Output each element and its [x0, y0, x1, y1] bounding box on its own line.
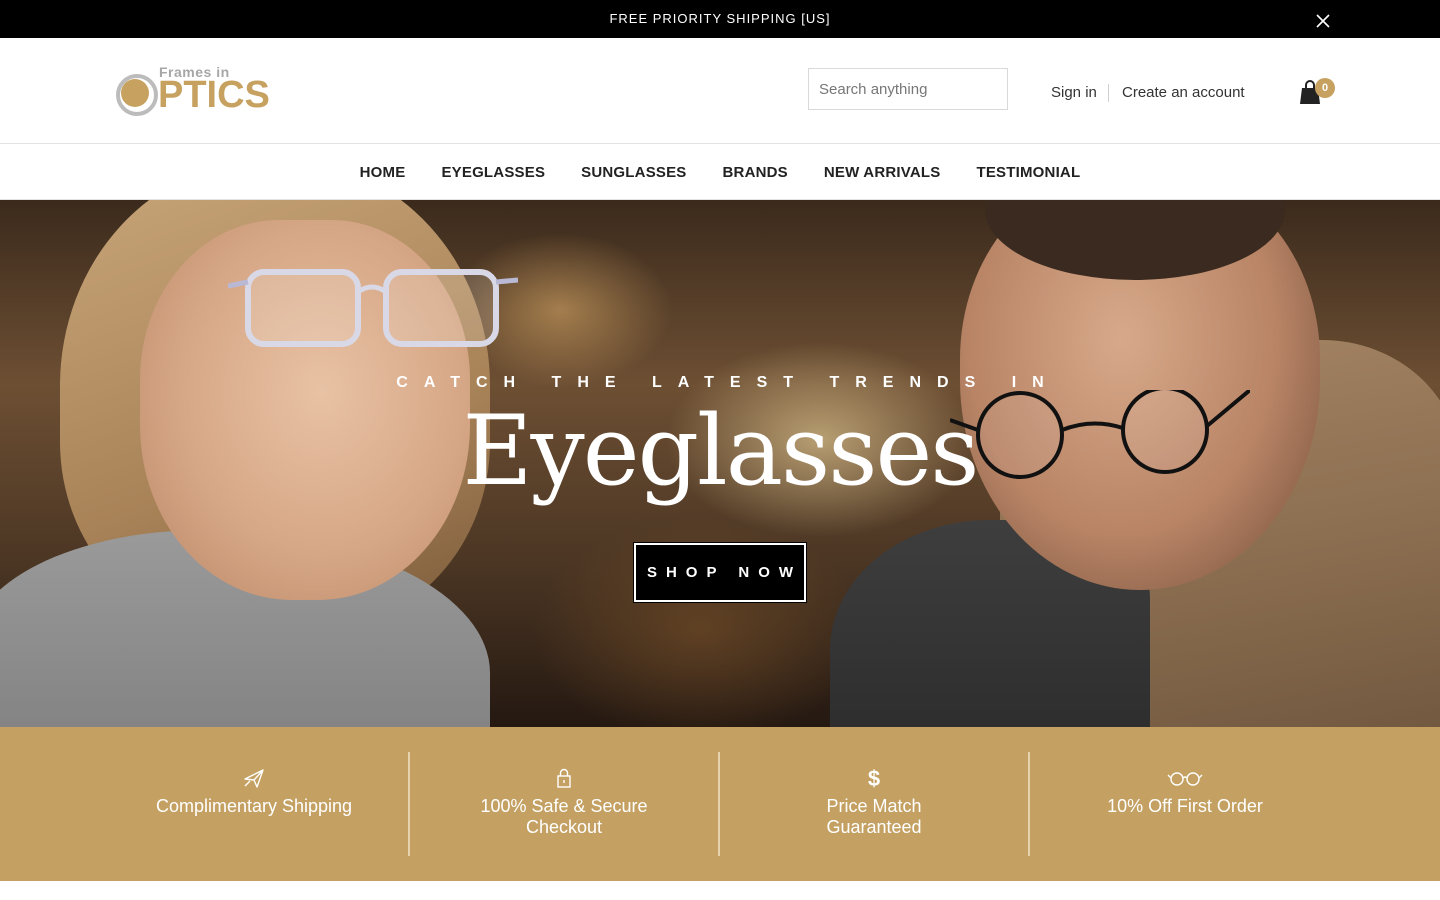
nav-item-eyeglasses[interactable]: EYEGLASSES: [441, 164, 545, 181]
nav-item-new-arrivals[interactable]: NEW ARRIVALS: [824, 164, 941, 181]
nav-item-testimonial[interactable]: TESTIMONIAL: [976, 164, 1080, 181]
nav-item-sunglasses[interactable]: SUNGLASSES: [581, 164, 686, 181]
feature-label: Complimentary Shipping: [155, 796, 353, 816]
logo-dot-icon: [121, 79, 149, 107]
main-nav: HOME EYEGLASSES SUNGLASSES BRANDS NEW AR…: [0, 145, 1440, 200]
shop-now-button[interactable]: SHOP NOW: [633, 542, 807, 603]
cart-count-badge: 0: [1315, 78, 1335, 98]
feature-label: Price Match Guaranteed: [826, 796, 922, 837]
hero-banner: CATCH THE LATEST TRENDS IN Eyeglasses SH…: [0, 200, 1440, 727]
site-header: Frames in PTICS Sign in Create an accoun…: [0, 38, 1440, 144]
feature-first-order-discount: 10% Off First Order: [1030, 752, 1340, 856]
cart-button[interactable]: 0: [1296, 76, 1336, 106]
feature-label: 10% Off First Order: [1107, 796, 1263, 816]
svg-text:$: $: [868, 766, 880, 790]
announcement-bar: FREE PRIORITY SHIPPING [US]: [0, 0, 1440, 38]
clear-frame-glasses-image: [228, 269, 518, 347]
nav-item-home[interactable]: HOME: [360, 164, 406, 181]
feature-secure-checkout: 100% Safe & Secure Checkout: [409, 752, 719, 856]
announcement-text: FREE PRIORITY SHIPPING [US]: [609, 11, 831, 26]
search-input[interactable]: [808, 68, 1008, 110]
hero-title: Eyeglasses: [462, 395, 979, 507]
logo-wordmark: PTICS: [158, 74, 270, 116]
feature-price-match: $ Price Match Guaranteed: [719, 752, 1029, 856]
feature-label: 100% Safe & Secure Checkout: [480, 796, 648, 837]
create-account-link[interactable]: Create an account: [1122, 84, 1245, 101]
lock-icon: [557, 768, 571, 788]
glasses-icon: [1167, 772, 1203, 786]
features-band: Complimentary Shipping 100% Safe & Secur…: [0, 727, 1440, 881]
nav-item-brands[interactable]: BRANDS: [723, 164, 788, 181]
signin-link[interactable]: Sign in: [1051, 84, 1097, 101]
feature-shipping: Complimentary Shipping: [99, 752, 409, 856]
header-divider: [1108, 84, 1109, 102]
close-icon[interactable]: [1312, 10, 1334, 32]
dollar-icon: $: [868, 766, 880, 790]
site-logo[interactable]: Frames in PTICS: [114, 64, 274, 120]
airplane-icon: [244, 769, 264, 788]
